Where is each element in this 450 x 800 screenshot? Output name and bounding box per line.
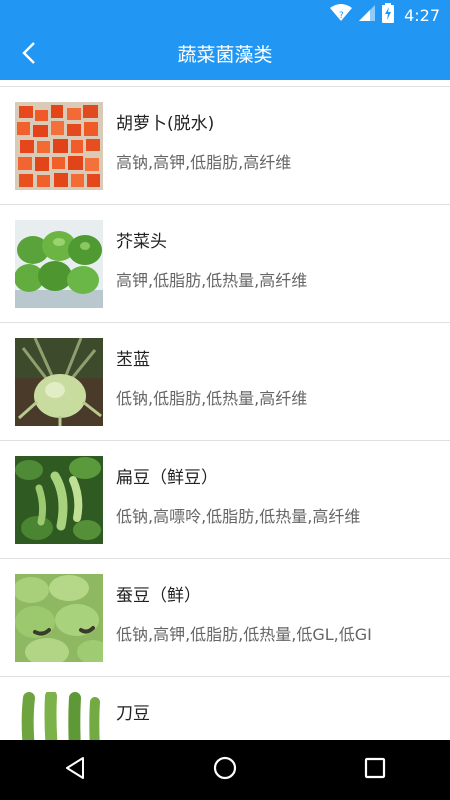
battery-icon (382, 3, 395, 27)
divider (0, 80, 450, 87)
nav-recents-button[interactable] (345, 740, 405, 800)
triangle-back-icon (64, 756, 86, 784)
item-name: 扁豆（鲜豆） (116, 468, 218, 488)
nav-home-button[interactable] (195, 740, 255, 800)
nav-back-button[interactable] (45, 740, 105, 800)
status-bar: ? 4:27 (0, 0, 450, 30)
list-item[interactable]: 苤蓝 低钠,低脂肪,低热量,高纤维 (0, 323, 450, 441)
sword-bean-thumbnail (15, 692, 103, 740)
item-tags: 低钠,高钾,低脂肪,低热量,低GL,低GI (116, 625, 372, 644)
carrot-thumbnail (15, 102, 103, 190)
list-item[interactable]: 刀豆 (0, 677, 450, 740)
mustard-tuber-thumbnail (15, 220, 103, 308)
hyacinth-bean-thumbnail (15, 456, 103, 544)
chevron-left-icon (21, 41, 37, 69)
list-item[interactable]: 蚕豆（鲜） 低钠,高钾,低脂肪,低热量,低GL,低GI (0, 559, 450, 677)
square-recents-icon (364, 757, 386, 783)
item-tags: 低钠,高嘌呤,低脂肪,低热量,高纤维 (116, 507, 361, 526)
broad-bean-thumbnail (15, 574, 103, 662)
page-title: 蔬菜菌藻类 (177, 44, 273, 66)
item-name: 胡萝卜(脱水) (116, 114, 215, 134)
status-time: 4:27 (404, 5, 440, 25)
item-name: 苤蓝 (116, 350, 150, 370)
item-name: 刀豆 (116, 704, 150, 724)
system-nav-bar (0, 740, 450, 800)
app-bar: 蔬菜菌藻类 (0, 30, 450, 80)
list-item[interactable]: 扁豆（鲜豆） 低钠,高嘌呤,低脂肪,低热量,高纤维 (0, 441, 450, 559)
item-tags: 高钠,高钾,低脂肪,高纤维 (116, 153, 292, 172)
kohlrabi-thumbnail (15, 338, 103, 426)
item-tags: 低钠,低脂肪,低热量,高纤维 (116, 389, 308, 408)
circle-home-icon (212, 755, 238, 785)
list-item[interactable]: 胡萝卜(脱水) 高钠,高钾,低脂肪,高纤维 (0, 87, 450, 205)
back-button[interactable] (6, 30, 52, 80)
food-list[interactable]: 胡萝卜(脱水) 高钠,高钾,低脂肪,高纤维 芥菜头 高钾,低脂肪,低热量,高纤维 (0, 80, 450, 740)
item-name: 蚕豆（鲜） (116, 586, 201, 606)
svg-text:?: ? (339, 11, 344, 21)
wifi-icon: ? (330, 4, 353, 26)
item-tags: 高钾,低脂肪,低热量,高纤维 (116, 271, 308, 290)
status-icons: ? 4:27 (330, 0, 440, 30)
item-name: 芥菜头 (116, 232, 167, 252)
list-item[interactable]: 芥菜头 高钾,低脂肪,低热量,高纤维 (0, 205, 450, 323)
signal-icon (358, 4, 376, 26)
